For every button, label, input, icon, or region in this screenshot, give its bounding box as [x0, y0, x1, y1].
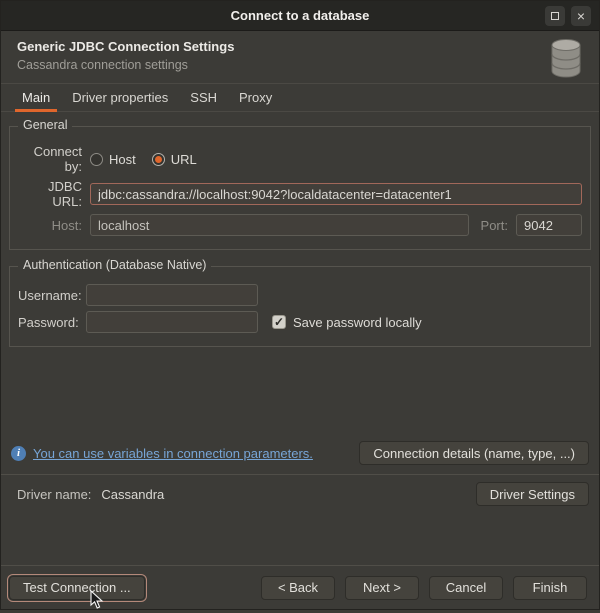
radio-url[interactable]: URL [151, 151, 197, 167]
password-input[interactable] [86, 311, 258, 333]
password-label: Password: [18, 314, 79, 330]
connect-by-row: Connect by: Host URL [18, 144, 582, 174]
window-title: Connect to a database [230, 8, 370, 23]
save-password-checkbox[interactable]: ✓ Save password locally [272, 315, 422, 330]
finish-button[interactable]: Finish [513, 575, 587, 600]
driver-name-value: Cassandra [101, 486, 165, 502]
connect-by-label: Connect by: [33, 144, 82, 174]
main-tab-content: General Connect by: Host URL JDBC URL: H… [1, 112, 599, 565]
port-label: Port: [480, 217, 508, 233]
restore-window-icon [551, 12, 559, 20]
back-button[interactable]: < Back [261, 575, 335, 600]
page-subtitle: Cassandra connection settings [17, 58, 188, 72]
general-group-label: General [18, 118, 73, 132]
general-group: General Connect by: Host URL JDBC URL: H… [9, 118, 591, 250]
close-window-icon: × [576, 8, 586, 24]
tab-driver-properties[interactable]: Driver properties [61, 84, 179, 111]
variables-link[interactable]: You can use variables in connection para… [33, 446, 313, 461]
radio-host-icon [90, 152, 103, 166]
checkbox-checked-icon: ✓ [272, 315, 286, 329]
dialog-header: Generic JDBC Connection Settings Cassand… [1, 31, 599, 84]
wizard-buttons: < Back Next > Cancel Finish [261, 575, 587, 600]
cancel-button[interactable]: Cancel [429, 575, 503, 600]
driver-settings-button[interactable]: Driver Settings [475, 482, 589, 506]
tab-main[interactable]: Main [11, 84, 61, 112]
close-window-button[interactable]: × [571, 6, 591, 26]
database-icon [549, 37, 583, 82]
next-button[interactable]: Next > [345, 575, 419, 600]
save-password-label: Save password locally [293, 314, 422, 330]
port-input[interactable] [516, 214, 582, 236]
host-label: Host: [51, 217, 82, 233]
host-port-row: Host: Port: [18, 214, 582, 236]
info-icon: i [11, 445, 26, 461]
jdbc-url-input[interactable] [90, 183, 582, 205]
radio-host[interactable]: Host [90, 152, 136, 167]
host-input[interactable] [90, 214, 469, 236]
username-label: Username: [18, 287, 82, 303]
tab-bar: Main Driver properties SSH Proxy [1, 84, 599, 112]
dialog-button-bar: Test Connection ... < Back Next > Cancel… [1, 565, 599, 609]
password-row: Password: ✓ Save password locally [18, 311, 582, 333]
page-title: Generic JDBC Connection Settings [17, 39, 235, 54]
titlebar[interactable]: Connect to a database × [1, 1, 599, 31]
driver-row: Driver name: Cassandra Driver Settings [1, 479, 599, 509]
authentication-group-label: Authentication (Database Native) [18, 258, 212, 272]
driver-name-label: Driver name: [17, 486, 92, 502]
tab-ssh[interactable]: SSH [179, 84, 228, 111]
tab-proxy[interactable]: Proxy [228, 84, 283, 111]
authentication-group: Authentication (Database Native) Usernam… [9, 258, 591, 347]
bottom-spacer [1, 509, 599, 565]
username-row: Username: [18, 284, 582, 306]
test-connection-button[interactable]: Test Connection ... [9, 575, 145, 600]
radio-url-label: URL [170, 151, 197, 167]
connection-details-button[interactable]: Connection details (name, type, ...) [359, 441, 589, 465]
connect-database-dialog: Connect to a database × Generic JDBC Con… [0, 0, 600, 610]
restore-window-button[interactable] [545, 6, 565, 26]
jdbc-url-label: JDBC URL: [48, 179, 82, 209]
jdbc-url-row: JDBC URL: [18, 179, 582, 209]
username-input[interactable] [86, 284, 258, 306]
radio-host-label: Host [109, 151, 136, 167]
variables-row: i You can use variables in connection pa… [1, 438, 599, 468]
driver-separator [1, 474, 599, 475]
radio-url-icon [151, 152, 165, 166]
